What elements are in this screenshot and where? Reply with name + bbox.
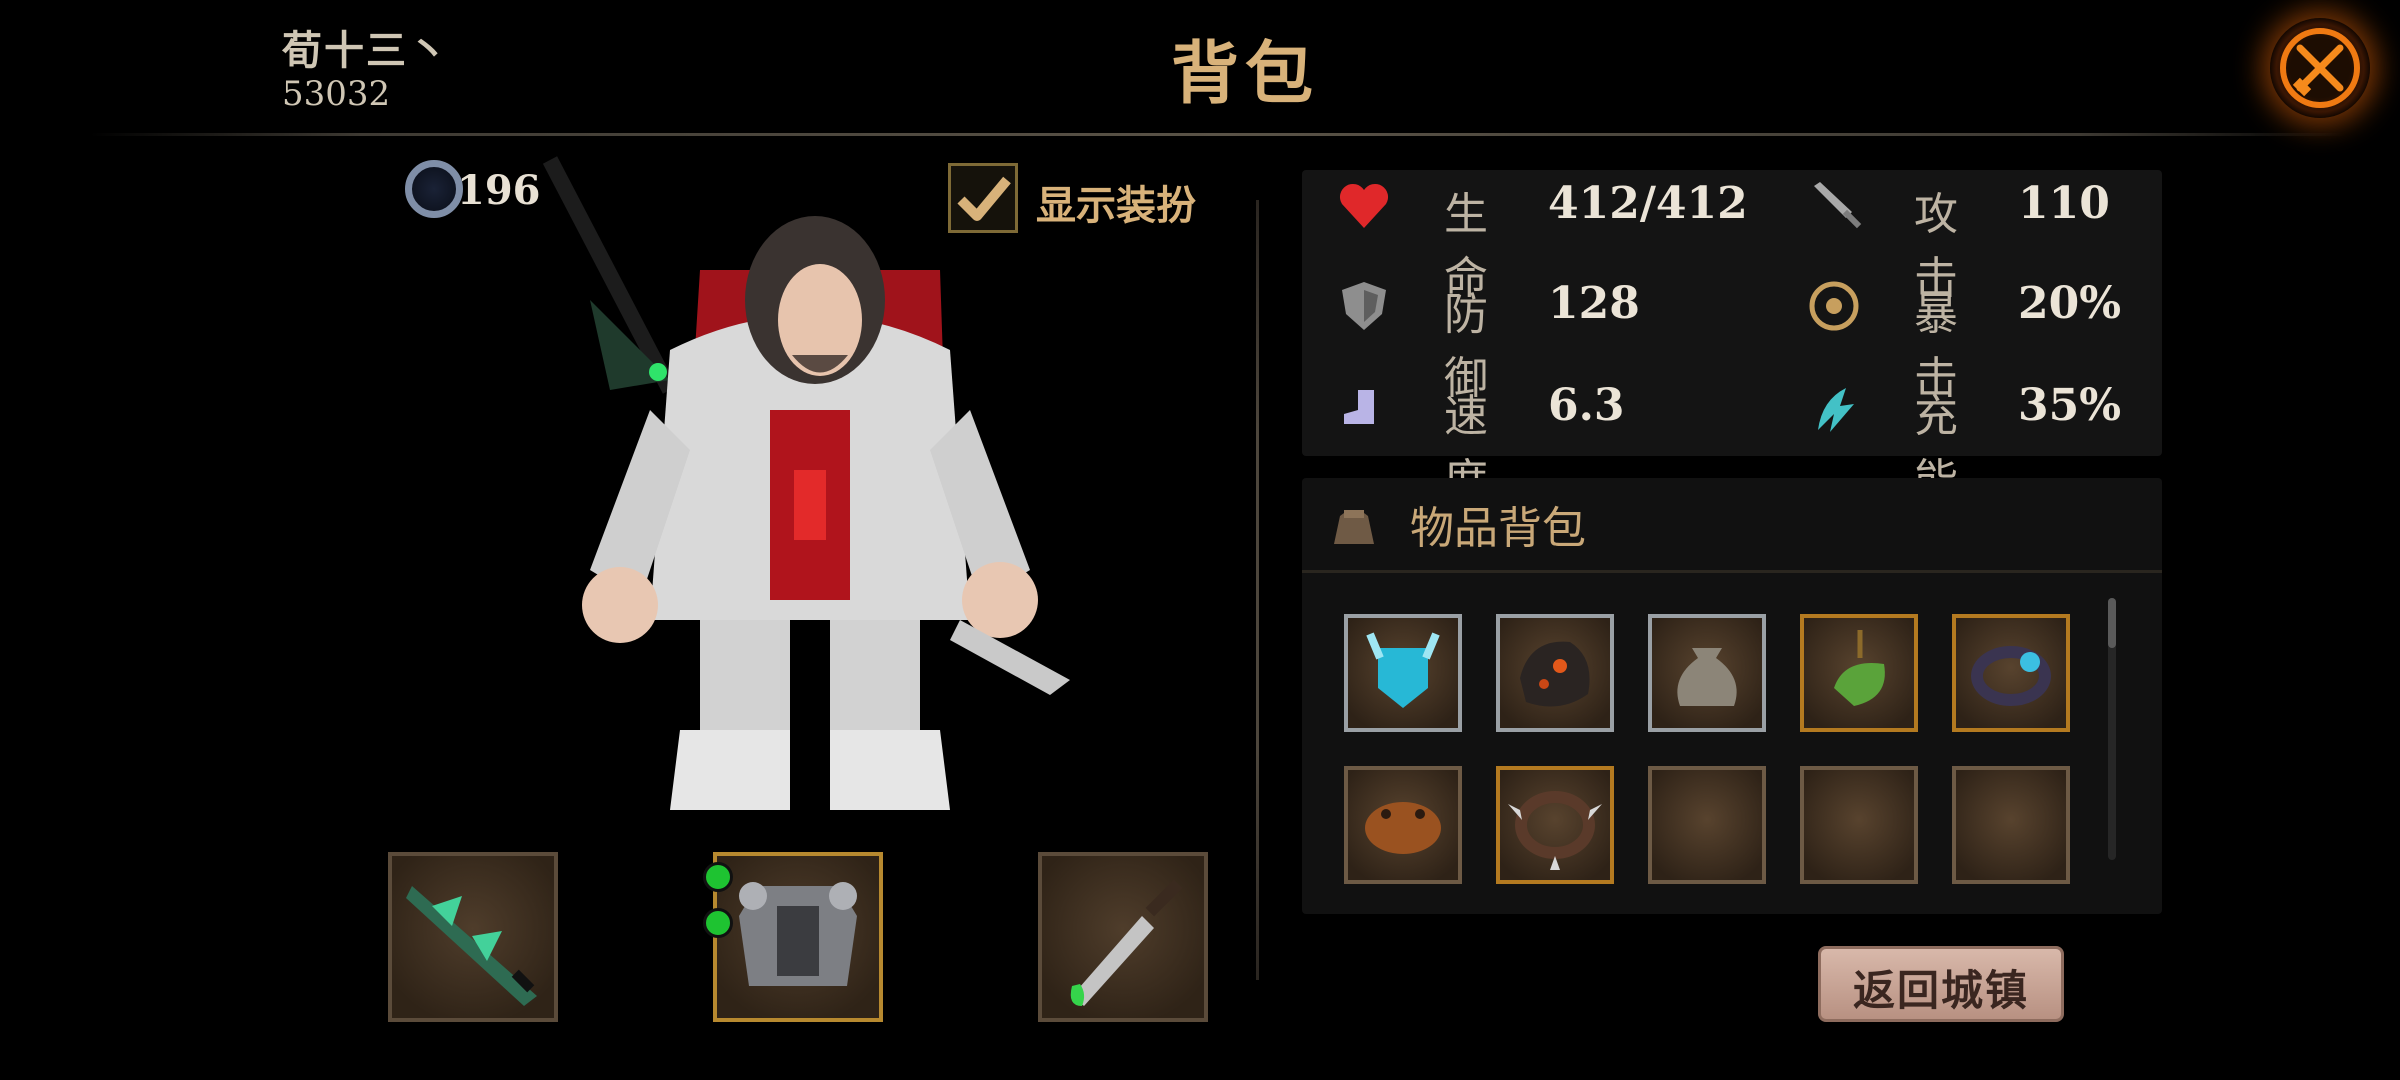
inventory-scrollbar[interactable] [2108, 598, 2116, 860]
green-sword-icon [406, 886, 537, 1006]
inventory-slot[interactable] [1952, 614, 2070, 732]
inventory-slot-empty[interactable] [1648, 766, 1766, 884]
page-title: 背包 [1170, 34, 1319, 114]
gem-socket-dot [703, 908, 733, 938]
heart-icon [1339, 183, 1389, 228]
boot-icon [1344, 390, 1374, 424]
header-divider [90, 133, 2350, 136]
spiked-collar-icon [1508, 791, 1602, 870]
inventory-slot-empty[interactable] [1952, 766, 2070, 884]
level-value: 196 [457, 167, 541, 214]
equipment-slot-armor[interactable] [703, 852, 883, 1022]
stat-value: 35% [2018, 380, 2122, 431]
inventory-slot[interactable] [1800, 614, 1918, 732]
scrollbar-thumb[interactable] [2108, 598, 2116, 648]
frog-hat-icon [1365, 802, 1441, 854]
energy-icon [1818, 388, 1854, 432]
green-amulet-icon [1834, 630, 1885, 706]
dagger-icon [1070, 879, 1183, 1006]
stat-value: 412/412 [1548, 178, 1748, 229]
close-icon [2280, 28, 2360, 108]
stats-panel: 生命 412/412 攻击 110 防御 128 暴击 20% 速度 6.3 [1302, 170, 2162, 506]
stat-value: 128 [1548, 278, 1640, 329]
bag-icon [1334, 510, 1374, 544]
close-button[interactable] [2270, 18, 2370, 118]
inventory-slot[interactable] [1496, 766, 1614, 884]
shield-icon [1342, 282, 1386, 330]
inventory-slot-empty[interactable] [1800, 766, 1918, 884]
sack-icon [1677, 648, 1737, 706]
equipment-slot-weapon[interactable] [388, 852, 558, 1022]
inventory-slot[interactable] [1344, 766, 1462, 884]
armor-icon [739, 882, 857, 986]
sword-icon [1814, 182, 1862, 229]
lava-ore-icon [1520, 641, 1590, 707]
crit-icon [1809, 281, 1859, 331]
gem-socket-dot [703, 862, 733, 892]
stat-value: 20% [2018, 278, 2122, 329]
stat-value: 6.3 [1548, 380, 1625, 431]
hero-character-model [542, 156, 1070, 810]
cyan-emblem-icon [1366, 632, 1440, 708]
inventory-slot[interactable] [1496, 614, 1614, 732]
stat-value: 110 [2018, 178, 2110, 229]
return-to-town-label: 返回城镇 [1852, 966, 2029, 1015]
bracelet-icon [1971, 646, 2051, 706]
return-to-town-button[interactable]: 返回城镇 [1818, 946, 2064, 1022]
panel-divider [1256, 200, 1259, 980]
inventory-title: 物品背包 [1410, 503, 1586, 554]
equipment-slot-offhand[interactable] [1038, 852, 1208, 1022]
inventory-slot[interactable] [1648, 614, 1766, 732]
inventory-header: 物品背包 [1302, 478, 2162, 573]
inventory-panel: 物品背包 [1302, 478, 2162, 914]
level-ring-icon [405, 160, 463, 218]
inventory-slot[interactable] [1344, 614, 1462, 732]
